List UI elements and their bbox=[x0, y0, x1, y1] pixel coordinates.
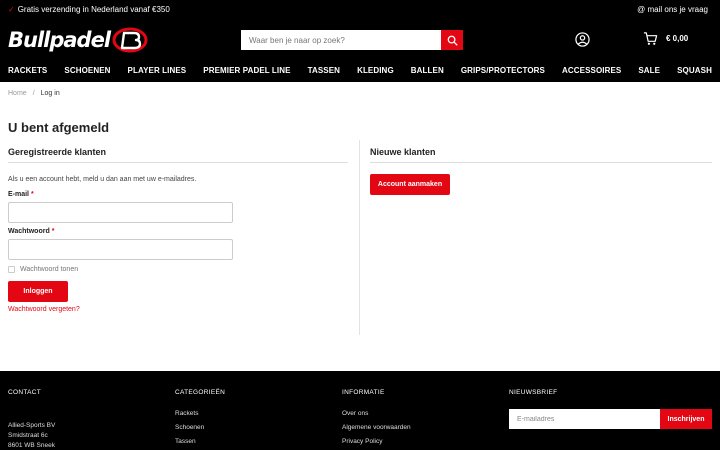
footer-info-title: INFORMATIE bbox=[342, 389, 385, 396]
cart-button[interactable]: € 0,00 bbox=[643, 31, 688, 46]
search-input[interactable] bbox=[241, 30, 441, 50]
required-mark: * bbox=[30, 191, 34, 198]
password-label-text: Wachtwoord bbox=[8, 228, 50, 235]
newsletter-email-input[interactable] bbox=[509, 409, 660, 429]
footer-contact-title: CONTACT bbox=[8, 389, 42, 396]
create-account-button[interactable]: Account aanmaken bbox=[370, 174, 450, 195]
footer-link-voorwaarden[interactable]: Algemene voorwaarden bbox=[342, 424, 411, 431]
show-password-toggle[interactable]: Wachtwoord tonen bbox=[8, 266, 78, 273]
nav-item-accessoires[interactable]: ACCESSOIRES bbox=[562, 66, 621, 80]
registered-customers-title: Geregistreerde klanten bbox=[8, 147, 348, 163]
logo-wordmark: Bullpadel bbox=[8, 28, 111, 52]
forgot-password-link[interactable]: Wachtwoord vergeten? bbox=[8, 306, 80, 313]
footer-link-tassen[interactable]: Tassen bbox=[175, 438, 225, 445]
nav-item-sale[interactable]: SALE bbox=[638, 66, 660, 80]
site-header: Bullpadel € 0,00 RACKETS SCHOENEN PLAYE bbox=[0, 20, 720, 82]
newsletter-form: Inschrijven bbox=[509, 409, 712, 429]
account-icon[interactable] bbox=[575, 32, 590, 47]
email-field[interactable] bbox=[8, 202, 233, 223]
footer-newsletter: NIEUWSBRIEF bbox=[509, 389, 557, 396]
shipping-notice: ✓ Gratis verzending in Nederland vanaf €… bbox=[8, 5, 170, 14]
nav-item-tassen[interactable]: TASSEN bbox=[308, 66, 340, 80]
footer-link-rackets[interactable]: Rackets bbox=[175, 410, 225, 417]
check-icon: ✓ bbox=[8, 5, 15, 14]
search-button[interactable] bbox=[441, 30, 463, 50]
cart-total: € 0,00 bbox=[666, 34, 689, 43]
nav-item-premier-padel-line[interactable]: PREMIER PADEL LINE bbox=[203, 66, 290, 80]
nav-item-rackets[interactable]: RACKETS bbox=[8, 66, 47, 80]
show-password-label: Wachtwoord tonen bbox=[20, 266, 79, 273]
nav-item-schoenen[interactable]: SCHOENEN bbox=[64, 66, 110, 80]
footer-link-over-ons[interactable]: Over ons bbox=[342, 410, 411, 417]
breadcrumb-separator: / bbox=[32, 90, 35, 97]
login-intro-text: Als u een account hebt, meld u dan aan m… bbox=[8, 176, 197, 183]
footer-categories-title: CATEGORIEËN bbox=[175, 389, 226, 396]
nav-item-kleding[interactable]: KLEDING bbox=[357, 66, 394, 80]
footer-address-line: Allied-Sports BV bbox=[8, 422, 56, 429]
nav-item-player-lines[interactable]: PLAYER LINES bbox=[128, 66, 187, 80]
column-divider bbox=[359, 140, 360, 335]
new-customers-title: Nieuwe klanten bbox=[370, 147, 712, 163]
breadcrumb-home[interactable]: Home bbox=[8, 90, 27, 97]
mail-link[interactable]: @ mail ons je vraag bbox=[637, 5, 708, 14]
breadcrumb-current: Log in bbox=[40, 90, 60, 97]
footer-link-schoenen[interactable]: Schoenen bbox=[175, 424, 225, 431]
footer-info: INFORMATIE Over ons Algemene voorwaarden… bbox=[342, 389, 411, 450]
newsletter-subscribe-button[interactable]: Inschrijven bbox=[660, 409, 712, 429]
footer-categories: CATEGORIEËN Rackets Schoenen Tassen bbox=[175, 389, 225, 450]
bullpadel-logo[interactable]: Bullpadel bbox=[8, 25, 148, 55]
main-nav: RACKETS SCHOENEN PLAYER LINES PREMIER PA… bbox=[0, 66, 720, 80]
footer-link-privacy[interactable]: Privacy Policy bbox=[342, 438, 411, 445]
footer-contact: CONTACT Allied-Sports BV Smidstraat 6c 8… bbox=[8, 389, 55, 450]
logo-b-icon bbox=[112, 27, 148, 53]
email-label-text: E-mail bbox=[8, 191, 30, 198]
footer-address: Allied-Sports BV Smidstraat 6c 8601 WB S… bbox=[8, 422, 55, 449]
search-icon bbox=[447, 35, 458, 46]
password-field[interactable] bbox=[8, 239, 233, 260]
nav-item-squash[interactable]: SQUASH bbox=[677, 66, 712, 80]
nav-item-ballen[interactable]: BALLEN bbox=[411, 66, 444, 80]
top-bar: ✓ Gratis verzending in Nederland vanaf €… bbox=[0, 0, 720, 20]
password-label: Wachtwoord * bbox=[8, 228, 54, 235]
cart-icon bbox=[643, 32, 658, 45]
required-mark: * bbox=[51, 228, 55, 235]
registered-customers-section: Geregistreerde klanten Als u een account… bbox=[8, 147, 348, 313]
show-password-checkbox[interactable] bbox=[8, 266, 15, 273]
email-label: E-mail * bbox=[8, 191, 34, 198]
footer-newsletter-title: NIEUWSBRIEF bbox=[509, 389, 558, 396]
footer-address-line: 8601 WB Sneek bbox=[8, 442, 55, 449]
footer-address-line: Smidstraat 6c bbox=[8, 432, 48, 439]
nav-item-grips-protectors[interactable]: GRIPS/PROTECTORS bbox=[461, 66, 545, 80]
page-title: U bent afgemeld bbox=[8, 120, 110, 135]
login-button[interactable]: Inloggen bbox=[8, 281, 68, 302]
shipping-text: Gratis verzending in Nederland vanaf €35… bbox=[17, 5, 170, 14]
site-footer: CONTACT Allied-Sports BV Smidstraat 6c 8… bbox=[0, 371, 720, 450]
new-customers-section: Nieuwe klanten Account aanmaken bbox=[370, 147, 712, 195]
search-bar bbox=[241, 30, 463, 50]
breadcrumb: Home / Log in bbox=[8, 90, 60, 97]
